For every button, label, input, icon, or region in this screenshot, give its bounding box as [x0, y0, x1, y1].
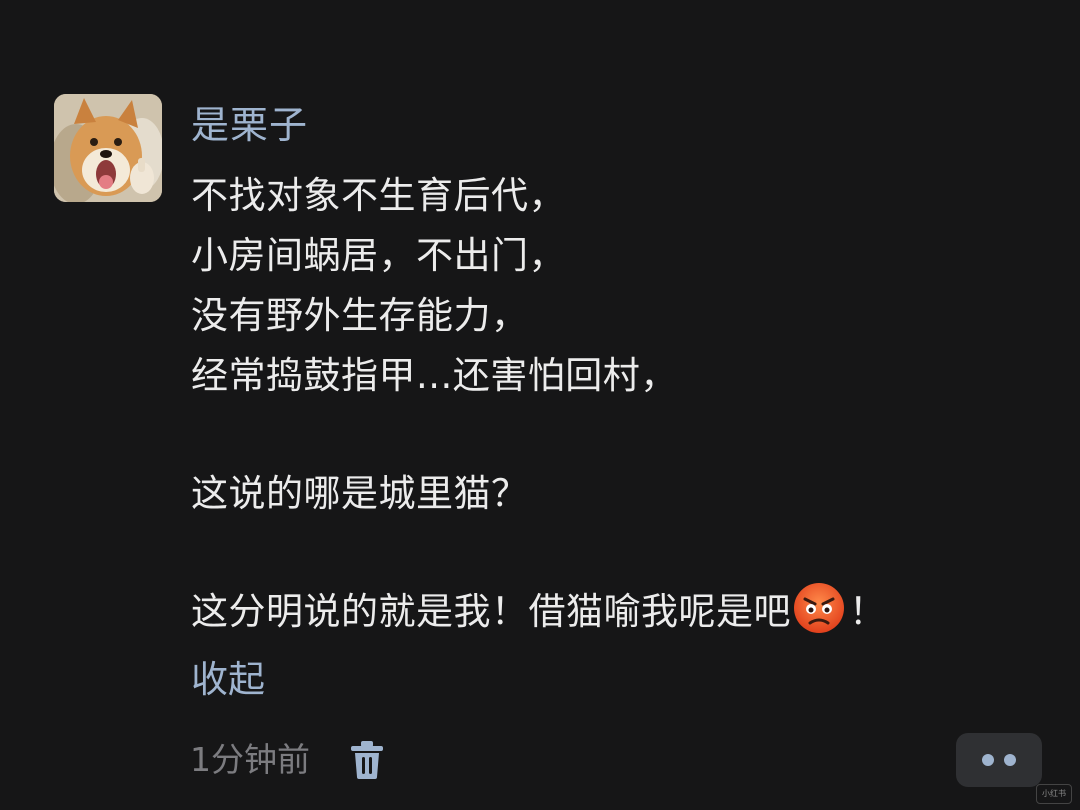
comment-line: 没有野外生存能力，	[191, 294, 529, 337]
comment-line: 这说的哪是城里猫？	[191, 472, 529, 515]
comment-line: 不找对象不生育后代，	[191, 174, 566, 217]
more-options-button[interactable]	[956, 733, 1042, 787]
comment-username[interactable]: 是栗子	[191, 96, 1051, 154]
comment-line: 经常捣鼓指甲...还害怕回村，	[191, 354, 678, 397]
angry-face-emoji-icon	[794, 583, 844, 633]
comment-timestamp: 1分钟前	[190, 740, 310, 779]
watermark-logo: 小红书	[1036, 784, 1072, 804]
comment-line: 这分明说的就是我！借猫喻我呢是吧	[191, 590, 791, 633]
comment-text: 不找对象不生育后代， 小房间蜗居，不出门， 没有野外生存能力， 经常捣鼓指甲..…	[191, 166, 1051, 642]
comment-line: 小房间蜗居，不出门，	[191, 234, 566, 277]
more-dots-icon	[982, 754, 994, 766]
comment-block: 是栗子 不找对象不生育后代， 小房间蜗居，不出门， 没有野外生存能力， 经常捣鼓…	[191, 96, 1051, 642]
more-dots-icon	[1004, 754, 1016, 766]
comment-line: ！	[849, 590, 887, 633]
trash-icon[interactable]	[348, 740, 386, 780]
avatar[interactable]	[54, 94, 162, 202]
collapse-link[interactable]: 收起	[191, 650, 265, 710]
comment-line-last: 这分明说的就是我！借猫喻我呢是吧 ！	[191, 582, 1051, 642]
shiba-dog-avatar-image	[54, 94, 162, 202]
